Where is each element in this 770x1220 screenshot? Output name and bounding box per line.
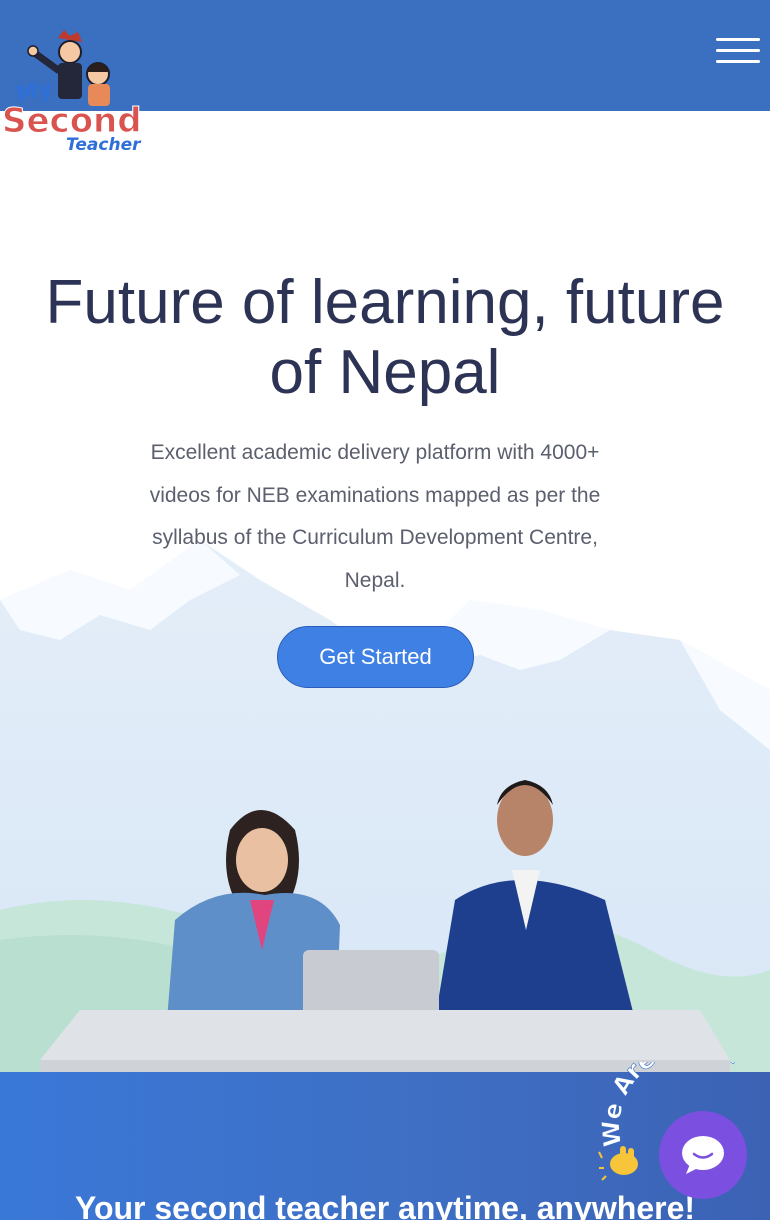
menu-line bbox=[716, 38, 760, 41]
logo-text-teacher: Teacher bbox=[66, 135, 142, 155]
chat-bubble-icon bbox=[682, 1136, 724, 1174]
menu-line bbox=[716, 49, 760, 52]
hamburger-menu-button[interactable] bbox=[716, 38, 760, 66]
section-title: Your second teacher anytime, anywhere! bbox=[74, 1190, 696, 1220]
hero-people-illustration bbox=[40, 780, 730, 1072]
my-second-teacher-logo[interactable]: My Second Teacher bbox=[0, 28, 170, 156]
hero-subtitle: Excellent academic delivery platform wit… bbox=[149, 441, 601, 592]
get-started-button[interactable]: Get Started bbox=[277, 626, 474, 688]
menu-line bbox=[716, 60, 760, 63]
chat-open-button[interactable] bbox=[659, 1111, 747, 1199]
waving-hand-icon bbox=[598, 1146, 638, 1181]
hero-title: Future of learning, future of Nepal bbox=[45, 268, 725, 407]
